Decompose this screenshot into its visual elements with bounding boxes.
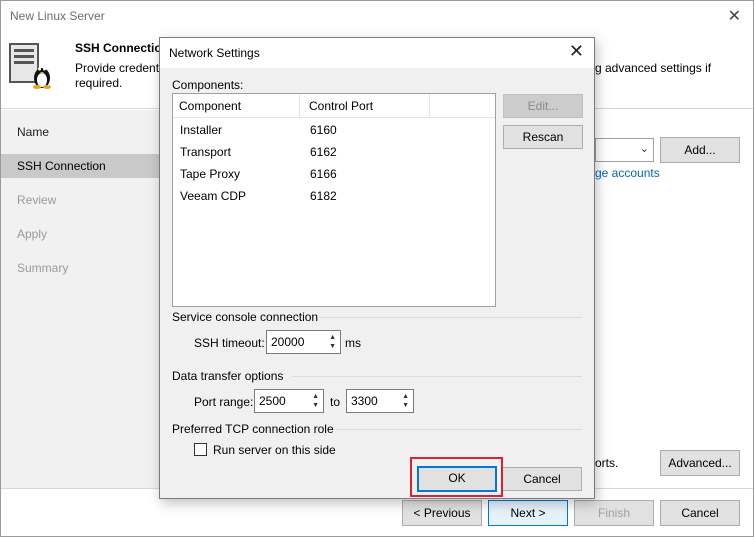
next-button[interactable]: Next > <box>488 500 568 526</box>
linux-penguin-icon <box>33 67 51 89</box>
components-list-header: Component Control Port <box>173 94 495 118</box>
chevron-down-icon: ⌄ <box>639 143 649 155</box>
column-divider <box>429 94 430 118</box>
control-port: 6182 <box>310 189 337 203</box>
data-transfer-label: Data transfer options <box>172 369 284 383</box>
wizard-title: New Linux Server <box>10 9 105 23</box>
components-label: Components: <box>172 78 244 92</box>
control-port: 6160 <box>310 123 337 137</box>
nav-item-apply[interactable]: Apply <box>1 222 159 246</box>
column-divider <box>299 94 300 118</box>
step-description: Provide credenti required. <box>75 61 165 91</box>
list-item[interactable]: Transport 6162 <box>173 141 495 163</box>
list-item[interactable]: Veeam CDP 6182 <box>173 185 495 207</box>
advanced-button[interactable]: Advanced... <box>660 450 740 476</box>
rescan-button[interactable]: Rescan <box>503 125 583 149</box>
wizard-cancel-button[interactable]: Cancel <box>660 500 740 526</box>
step-title: SSH Connection <box>75 41 170 55</box>
port-range-label: Port range: <box>194 395 254 409</box>
ssh-timeout-stepper[interactable]: 20000 ▲ ▼ <box>266 330 341 354</box>
nav-item-ssh-connection[interactable]: SSH Connection <box>1 154 159 178</box>
components-list[interactable]: Component Control Port Installer 6160 Tr… <box>172 93 496 307</box>
list-item[interactable]: Tape Proxy 6166 <box>173 163 495 185</box>
ms-label: ms <box>345 336 361 350</box>
finish-button[interactable]: Finish <box>574 500 654 526</box>
component-name: Installer <box>180 123 223 137</box>
list-item[interactable]: Installer 6160 <box>173 119 495 141</box>
dialog-title: Network Settings <box>169 46 260 60</box>
nav-item-name[interactable]: Name <box>1 120 159 144</box>
ports-text: orts. <box>595 456 619 470</box>
run-server-label[interactable]: Run server on this side <box>213 443 336 457</box>
ssh-timeout-label: SSH timeout: <box>194 336 265 350</box>
chevron-up-icon[interactable]: ▲ <box>312 393 319 401</box>
step-description-line2: required. <box>75 76 123 90</box>
manage-accounts-link[interactable]: ge accounts <box>595 166 660 180</box>
run-server-checkbox[interactable] <box>194 443 207 456</box>
chevron-down-icon[interactable]: ▼ <box>312 402 319 410</box>
port-to-value: 3300 <box>351 394 378 408</box>
wizard-close-icon[interactable]: ✕ <box>728 6 741 26</box>
column-header-control-port[interactable]: Control Port <box>309 99 373 113</box>
edit-button[interactable]: Edit... <box>503 94 583 118</box>
network-settings-dialog: Network Settings ✕ Components: Component… <box>159 37 595 499</box>
port-range-from-stepper[interactable]: 2500 ▲ ▼ <box>254 389 324 413</box>
step-description-right: g advanced settings if <box>595 61 712 75</box>
previous-button[interactable]: < Previous <box>402 500 482 526</box>
wizard-sidebar: Name SSH Connection Review Apply Summary <box>1 110 159 488</box>
dialog-cancel-button[interactable]: Cancel <box>502 467 582 491</box>
dialog-body: Components: Component Control Port Insta… <box>160 68 594 498</box>
ssh-timeout-value: 20000 <box>271 335 305 349</box>
tcp-role-label: Preferred TCP connection role <box>172 422 334 436</box>
credentials-combobox[interactable]: ⌄ <box>595 138 654 162</box>
add-credentials-button[interactable]: Add... <box>660 137 740 163</box>
group-divider <box>336 429 582 430</box>
component-name: Veeam CDP <box>180 189 247 203</box>
control-port: 6162 <box>310 145 337 159</box>
control-port: 6166 <box>310 167 337 181</box>
port-range-to-stepper[interactable]: 3300 ▲ ▼ <box>346 389 414 413</box>
to-label: to <box>330 395 341 409</box>
chevron-down-icon[interactable]: ▼ <box>402 402 409 410</box>
component-name: Transport <box>180 145 231 159</box>
nav-item-review[interactable]: Review <box>1 188 159 212</box>
service-console-label: Service console connection <box>172 310 319 324</box>
group-divider <box>292 376 582 377</box>
nav-item-summary[interactable]: Summary <box>1 256 159 280</box>
component-name: Tape Proxy <box>180 167 241 181</box>
ok-button-highlight <box>410 457 503 497</box>
step-description-line1: Provide credenti <box>75 61 162 75</box>
chevron-up-icon[interactable]: ▲ <box>329 334 336 342</box>
port-from-value: 2500 <box>259 394 286 408</box>
chevron-up-icon[interactable]: ▲ <box>402 393 409 401</box>
group-divider <box>320 317 582 318</box>
chevron-down-icon[interactable]: ▼ <box>329 343 336 351</box>
column-header-component[interactable]: Component <box>179 99 241 113</box>
dialog-close-icon[interactable]: ✕ <box>569 41 584 61</box>
wizard-titlebar: New Linux Server ✕ <box>1 1 753 31</box>
